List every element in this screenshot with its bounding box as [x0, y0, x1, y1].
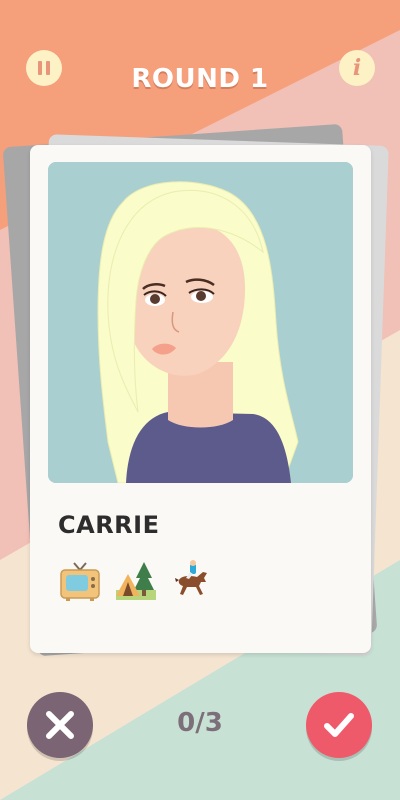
reject-button[interactable] [27, 692, 93, 758]
profile-portrait [48, 162, 353, 483]
info-button[interactable]: i [339, 50, 375, 86]
check-icon [324, 713, 354, 737]
profile-card[interactable]: CARRIE [30, 145, 371, 653]
info-icon: i [352, 55, 362, 81]
accept-button[interactable] [306, 692, 372, 758]
horse-racing-icon [175, 560, 207, 595]
profile-name: CARRIE [58, 511, 160, 539]
camping-icon [116, 562, 156, 600]
score-counter: 0/3 [177, 708, 223, 738]
close-icon [46, 711, 74, 739]
tv-icon [60, 562, 100, 601]
